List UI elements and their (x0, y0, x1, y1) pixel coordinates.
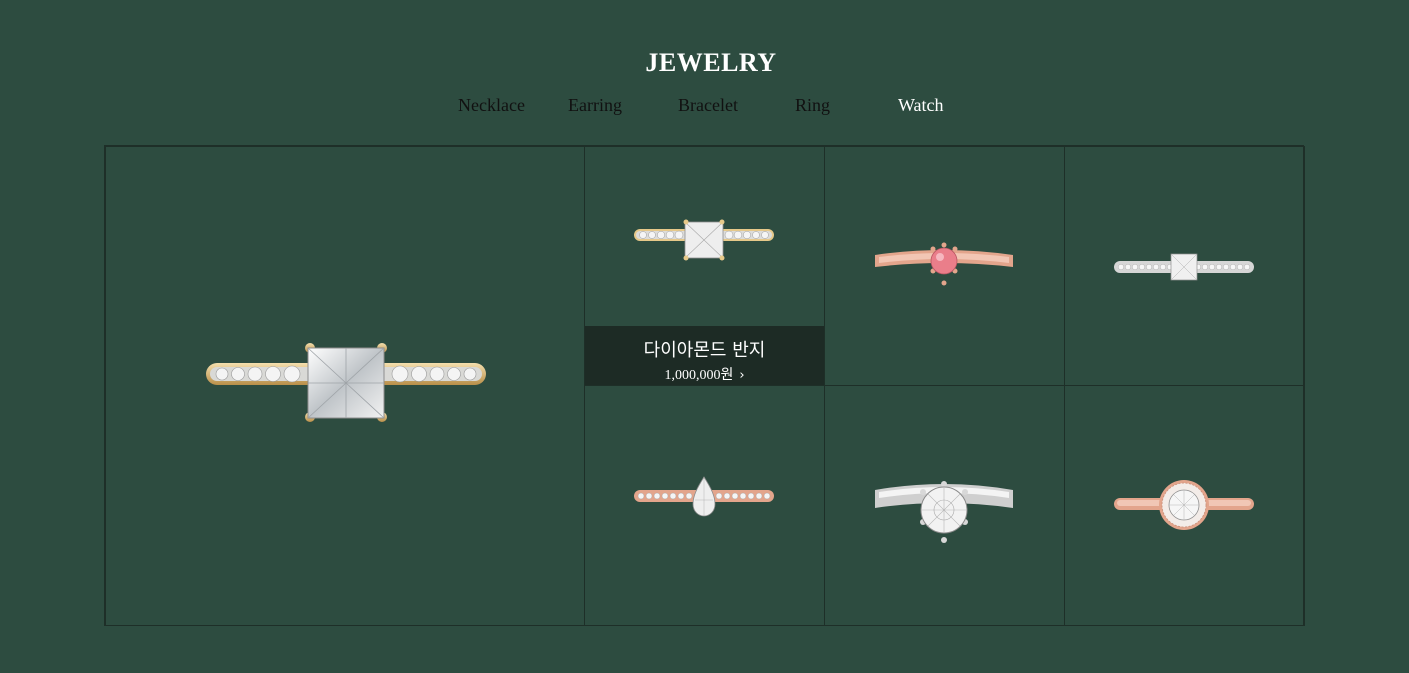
gold-princess-diamond-ring-icon (206, 343, 486, 422)
category-nav: Necklace Earring Bracelet Ring Watch (0, 95, 1409, 119)
product-card[interactable] (584, 385, 825, 626)
nav-earring[interactable]: Earring (568, 95, 622, 116)
product-card[interactable] (1064, 385, 1305, 626)
product-card[interactable] (824, 146, 1065, 386)
chevron-right-icon: › (739, 368, 745, 383)
featured-product-card[interactable] (105, 146, 585, 626)
nav-bracelet[interactable]: Bracelet (678, 95, 738, 116)
product-name: 다이아몬드 반지 (643, 340, 766, 361)
nav-necklace[interactable]: Necklace (458, 95, 525, 116)
product-card[interactable] (1064, 146, 1305, 386)
nav-ring[interactable]: Ring (795, 95, 830, 116)
product-grid: 다이아몬드 반지 1,000,000원 › (104, 145, 1305, 626)
product-card[interactable]: 다이아몬드 반지 1,000,000원 › (584, 146, 825, 386)
silver-solitaire-diamond-ring-icon (875, 481, 1013, 543)
rose-gold-pink-solitaire-ring-icon (875, 242, 1013, 286)
product-card[interactable] (824, 385, 1065, 626)
white-gold-princess-pave-ring-icon (1114, 253, 1254, 281)
nav-watch[interactable]: Watch (898, 95, 944, 116)
product-hover-overlay[interactable]: 다이아몬드 반지 1,000,000원 › (585, 326, 824, 385)
rose-gold-pear-diamond-ring-icon (634, 476, 774, 517)
rose-gold-halo-diamond-ring-icon (1114, 480, 1254, 530)
gold-princess-diamond-ring-icon (634, 219, 774, 261)
page-title: JEWELRY (645, 48, 777, 77)
product-price: 1,000,000원 › (664, 368, 745, 383)
